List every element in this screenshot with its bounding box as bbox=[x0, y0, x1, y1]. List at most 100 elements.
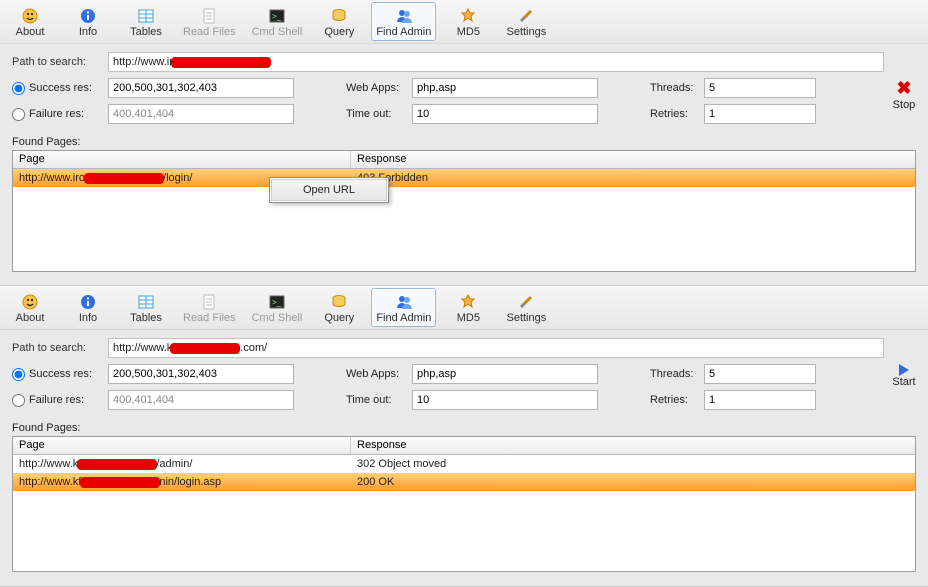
retries-label: Retries: bbox=[650, 108, 698, 120]
threads-label: Threads: bbox=[650, 82, 698, 94]
findadmin-icon bbox=[396, 8, 412, 24]
col-page[interactable]: Page bbox=[13, 437, 351, 454]
success-label: Success res: bbox=[29, 368, 92, 380]
redacted-path-icon bbox=[171, 57, 271, 68]
path-input[interactable]: http://www.ir bbox=[108, 52, 884, 72]
grid-header: Page Response bbox=[13, 151, 915, 169]
path-label: Path to search: bbox=[12, 342, 102, 354]
start-label: Start bbox=[892, 376, 915, 388]
found-label: Found Pages: bbox=[12, 136, 916, 148]
success-input[interactable] bbox=[108, 364, 294, 384]
results-grid[interactable]: Page Response http://www.iro/login/403 F… bbox=[12, 150, 916, 272]
timeout-input[interactable] bbox=[412, 104, 598, 124]
col-response[interactable]: Response bbox=[351, 437, 461, 454]
grid-header: Page Response bbox=[13, 437, 915, 455]
info-button[interactable]: Info bbox=[62, 2, 114, 41]
failure-radio[interactable]: Failure res: bbox=[12, 394, 102, 407]
table-row[interactable]: http://www.kfnin/login.asp200 OK bbox=[13, 473, 915, 491]
tables-button[interactable]: Tables bbox=[120, 288, 172, 327]
info-label: Info bbox=[79, 312, 97, 324]
found-label: Found Pages: bbox=[12, 422, 916, 434]
md5-icon bbox=[460, 8, 476, 24]
failure-radio[interactable]: Failure res: bbox=[12, 108, 102, 121]
webapps-input[interactable] bbox=[412, 364, 598, 384]
readfiles-label: Read Files bbox=[183, 26, 236, 38]
grid-body: http://www.k/admin/302 Object movedhttp:… bbox=[13, 455, 915, 491]
info-button[interactable]: Info bbox=[62, 288, 114, 327]
timeout-label: Time out: bbox=[346, 108, 406, 120]
threads-input[interactable] bbox=[704, 78, 816, 98]
info-label: Info bbox=[79, 26, 97, 38]
col-response[interactable]: Response bbox=[351, 151, 461, 168]
cmdshell-button[interactable]: >_ Cmd Shell bbox=[247, 2, 308, 41]
redacted-url-icon bbox=[80, 477, 160, 488]
settings-icon bbox=[518, 294, 534, 310]
about-button[interactable]: About bbox=[4, 288, 56, 327]
findadmin-button[interactable]: Find Admin bbox=[371, 288, 436, 327]
cmdshell-icon: >_ bbox=[269, 8, 285, 24]
tables-icon bbox=[138, 8, 154, 24]
context-menu: Open URL bbox=[269, 177, 389, 203]
threads-input[interactable] bbox=[704, 364, 816, 384]
info-icon bbox=[80, 294, 96, 310]
timeout-label: Time out: bbox=[346, 394, 406, 406]
webapps-label: Web Apps: bbox=[346, 368, 406, 380]
findadmin-label: Find Admin bbox=[376, 312, 431, 324]
stop-button[interactable]: ✖ Stop bbox=[884, 78, 924, 111]
path-input[interactable]: http://www.k .com/ bbox=[108, 338, 884, 358]
failure-radio-input[interactable] bbox=[12, 394, 25, 407]
success-radio[interactable]: Success res: bbox=[12, 368, 102, 381]
table-row[interactable]: http://www.iro/login/403 Forbidden bbox=[13, 169, 915, 187]
cmdshell-button[interactable]: >_ Cmd Shell bbox=[247, 288, 308, 327]
redacted-url-icon bbox=[84, 173, 164, 184]
failure-input[interactable] bbox=[108, 390, 294, 410]
settings-button[interactable]: Settings bbox=[500, 2, 552, 41]
timeout-input[interactable] bbox=[412, 390, 598, 410]
failure-radio-input[interactable] bbox=[12, 108, 25, 121]
failure-label: Failure res: bbox=[29, 108, 84, 120]
stop-icon: ✖ bbox=[884, 78, 924, 99]
query-icon bbox=[331, 294, 347, 310]
redacted-path-icon bbox=[170, 343, 240, 354]
query-button[interactable]: Query bbox=[313, 2, 365, 41]
about-icon bbox=[22, 8, 38, 24]
path-prefix: http://www.ir bbox=[113, 56, 173, 68]
panel-bottom: About Info Tables Read Files >_ Cmd Shel… bbox=[0, 286, 928, 587]
readfiles-button[interactable]: Read Files bbox=[178, 288, 241, 327]
start-button[interactable]: Start bbox=[884, 364, 924, 388]
md5-button[interactable]: MD5 bbox=[442, 2, 494, 41]
success-radio-input[interactable] bbox=[12, 368, 25, 381]
table-row[interactable]: http://www.k/admin/302 Object moved bbox=[13, 455, 915, 473]
grid-body: http://www.iro/login/403 Forbidden bbox=[13, 169, 915, 187]
success-input[interactable] bbox=[108, 78, 294, 98]
open-url-menu-item[interactable]: Open URL bbox=[271, 179, 387, 201]
open-url-label: Open URL bbox=[303, 184, 355, 196]
success-radio-input[interactable] bbox=[12, 82, 25, 95]
toolbar: About Info Tables Read Files >_ Cmd Shel… bbox=[0, 286, 928, 330]
results-grid[interactable]: Page Response http://www.k/admin/302 Obj… bbox=[12, 436, 916, 572]
readfiles-icon bbox=[201, 294, 217, 310]
settings-button[interactable]: Settings bbox=[500, 288, 552, 327]
cell-response: 302 Object moved bbox=[351, 456, 461, 472]
tables-button[interactable]: Tables bbox=[120, 2, 172, 41]
about-button[interactable]: About bbox=[4, 2, 56, 41]
query-button[interactable]: Query bbox=[313, 288, 365, 327]
threads-label: Threads: bbox=[650, 368, 698, 380]
col-page[interactable]: Page bbox=[13, 151, 351, 168]
settings-label: Settings bbox=[506, 312, 546, 324]
failure-input[interactable] bbox=[108, 104, 294, 124]
success-radio[interactable]: Success res: bbox=[12, 82, 102, 95]
webapps-input[interactable] bbox=[412, 78, 598, 98]
svg-text:>_: >_ bbox=[272, 298, 282, 307]
md5-button[interactable]: MD5 bbox=[442, 288, 494, 327]
play-icon bbox=[884, 364, 924, 376]
svg-text:>_: >_ bbox=[272, 12, 282, 21]
readfiles-label: Read Files bbox=[183, 312, 236, 324]
webapps-label: Web Apps: bbox=[346, 82, 406, 94]
findadmin-button[interactable]: Find Admin bbox=[371, 2, 436, 41]
readfiles-button[interactable]: Read Files bbox=[178, 2, 241, 41]
retries-input[interactable] bbox=[704, 104, 816, 124]
retries-label: Retries: bbox=[650, 394, 698, 406]
tables-label: Tables bbox=[130, 26, 162, 38]
retries-input[interactable] bbox=[704, 390, 816, 410]
